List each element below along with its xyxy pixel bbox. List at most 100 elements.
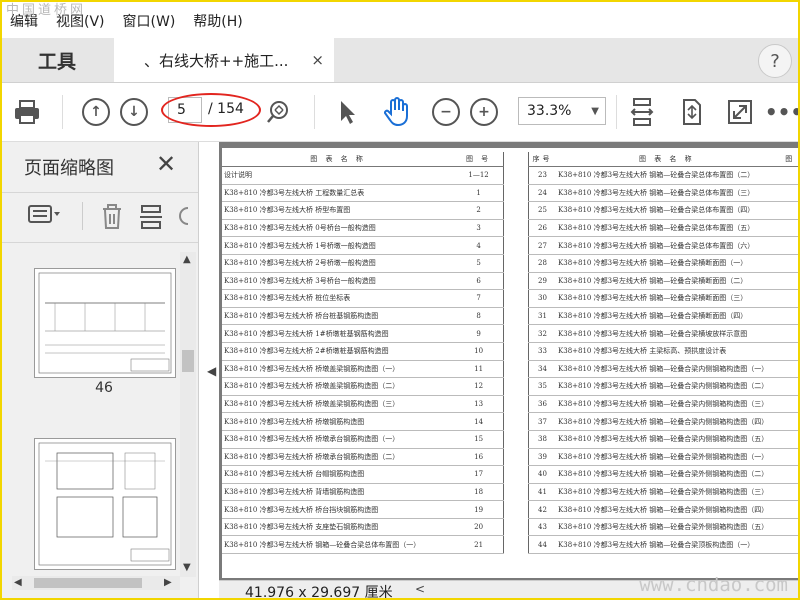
scrollbar-thumb[interactable] (182, 350, 194, 372)
scroll-left-icon[interactable]: ◀ (14, 577, 22, 588)
fit-width-icon[interactable] (628, 97, 656, 127)
thumbnail-scrollbar-vertical[interactable]: ▲ ▼ (180, 252, 196, 577)
drawing-number-cell: 21 (454, 535, 504, 555)
thumbnail-list: 46 (2, 248, 180, 573)
row-number-cell: 24 (528, 184, 557, 203)
red-highlight-ellipse (161, 93, 261, 127)
drawing-number-cell: 1—12 (454, 166, 504, 185)
table-row: K38+810 冷都3号左线大桥 桥台桩基钢筋构造图 8 (222, 307, 504, 326)
menu-help[interactable]: 帮助(H) (193, 11, 242, 31)
table-row: K38+810 冷都3号左线大桥 桥型布置图 2 (222, 201, 504, 220)
scroll-right-icon[interactable]: ▶ (164, 577, 172, 588)
table-row: K38+810 冷都3号左线大桥 桥墩盖梁钢筋构造图（一） 11 (222, 360, 504, 379)
table-row: 24 K38+810 冷都3号左线大桥 钢箱—砼叠合梁总体布置图（三） (528, 184, 798, 203)
table-row: K38+810 冷都3号左线大桥 背墙钢筋构造图 18 (222, 483, 504, 502)
drawing-number-cell: 20 (454, 518, 504, 537)
row-number-cell: 33 (528, 342, 557, 361)
tab-tools[interactable]: 工具 (2, 38, 112, 82)
drawing-title-cell: K38+810 冷都3号左线大桥 桥台挡块钢筋构造图 (222, 500, 455, 519)
table-row: 29 K38+810 冷都3号左线大桥 钢箱—砼叠合梁横断面图（二） (528, 272, 798, 291)
table-row: 23 K38+810 冷都3号左线大桥 钢箱—砼叠合梁总体布置图（二） (528, 166, 798, 185)
scroll-up-icon[interactable]: ▲ (183, 254, 191, 265)
table-row: 33 K38+810 冷都3号左线大桥 主梁标高、预拱度设计表 (528, 342, 798, 361)
rotate-page-icon[interactable] (176, 204, 190, 235)
drawing-number-cell (777, 448, 798, 467)
drawing-number-cell (777, 324, 798, 343)
scrollbar-thumb[interactable] (34, 578, 142, 588)
drawing-number-cell (777, 254, 798, 273)
drawing-title-cell: K38+810 冷都3号左线大桥 钢箱—砼叠合梁内侧钢箱构造图（三） (556, 395, 778, 414)
panel-divider (2, 192, 198, 193)
table-row: 28 K38+810 冷都3号左线大桥 钢箱—砼叠合梁横断面图（一） (528, 254, 798, 273)
drawing-number-cell (777, 342, 798, 361)
drawing-title-cell: K38+810 冷都3号左线大桥 支座垫石钢筋构造图 (222, 518, 455, 537)
column-header: 序号 (528, 152, 557, 167)
zoom-select[interactable]: 33.3% ▼ (518, 97, 606, 125)
insert-page-icon[interactable] (138, 204, 164, 235)
page-thumbnail[interactable] (34, 268, 176, 378)
menu-window[interactable]: 窗口(W) (123, 11, 176, 31)
fullscreen-icon[interactable] (726, 97, 754, 127)
watermark-bottom: www.cndao.com (639, 574, 788, 596)
rotate-icon[interactable] (678, 97, 706, 127)
drawing-index-table-left: 图 表 名 称 图 号 设计说明 1—12 K38+810 冷都3号左线大桥 工程数… (222, 152, 504, 555)
table-row: K38+810 冷都3号左线大桥 桥墩钢筋构造图 14 (222, 412, 504, 431)
document-view[interactable]: 图 表 名 称 图 号 设计说明 1—12 K38+810 冷都3号左线大桥 工程数… (219, 142, 798, 580)
thumbnail-scrollbar-horizontal[interactable]: ◀ ▶ (12, 576, 180, 590)
drawing-number-cell (777, 166, 798, 185)
panel-divider (2, 242, 198, 243)
drawing-title-cell: K38+810 冷都3号左线大桥 桥墩承台钢筋构造图（一） (222, 430, 455, 449)
table-row: 43 K38+810 冷都3号左线大桥 钢箱—砼叠合梁外侧钢箱构造图（五） (528, 518, 798, 537)
drawing-number-cell (777, 483, 798, 502)
drawing-number-cell (777, 289, 798, 308)
column-header: 图 号 (777, 152, 798, 167)
drawing-title-cell: K38+810 冷都3号左线大桥 钢箱—砼叠合梁外侧钢箱构造图（三） (556, 483, 778, 502)
select-arrow-icon[interactable] (336, 97, 360, 127)
drawing-number-cell (777, 535, 798, 555)
help-button[interactable]: ? (758, 44, 792, 78)
drawing-title-cell: K38+810 冷都3号左线大桥 桥墩盖梁钢筋构造图（一） (222, 360, 455, 379)
drawing-title-cell: K38+810 冷都3号左线大桥 钢箱—砼叠合梁外侧钢箱构造图（五） (556, 518, 778, 537)
drawing-title-cell: K38+810 冷都3号左线大桥 钢箱—砼叠合梁总体布置图（一） (222, 535, 455, 555)
collapse-panel-icon[interactable]: ◀ (207, 364, 216, 378)
page-thumbnail[interactable] (34, 438, 176, 570)
zoom-search-icon[interactable] (264, 97, 292, 127)
drawing-number-cell: 6 (454, 272, 504, 291)
trash-icon[interactable] (100, 204, 124, 235)
page-up-icon[interactable]: ↑ (82, 97, 110, 127)
row-number-cell: 27 (528, 236, 557, 255)
zoom-out-icon[interactable]: − (432, 97, 460, 127)
column-header: 图 表 名 称 (556, 152, 778, 167)
drawing-title-cell: K38+810 冷都3号左线大桥 钢箱—砼叠合梁内侧钢箱构造图（四） (556, 412, 778, 431)
toolbar-separator (616, 95, 617, 129)
row-number-cell: 26 (528, 219, 557, 238)
drawing-number-cell: 13 (454, 395, 504, 414)
drawing-title-cell: K38+810 冷都3号左线大桥 钢箱—砼叠合梁外侧钢箱构造图（二） (556, 465, 778, 484)
column-header: 图 表 名 称 (222, 152, 455, 167)
table-row: 25 K38+810 冷都3号左线大桥 钢箱—砼叠合梁总体布置图（四） (528, 201, 798, 220)
thumbnail-options-icon[interactable] (28, 204, 62, 229)
table-row: 41 K38+810 冷都3号左线大桥 钢箱—砼叠合梁外侧钢箱构造图（三） (528, 483, 798, 502)
drawing-number-cell: 16 (454, 448, 504, 467)
drawing-title-cell: K38+810 冷都3号左线大桥 钢箱—砼叠合梁横断面图（一） (556, 254, 778, 273)
table-row: K38+810 冷都3号左线大桥 工程数量汇总表 1 (222, 184, 504, 203)
zoom-in-icon[interactable]: + (470, 97, 498, 127)
drawing-title-cell: K38+810 冷都3号左线大桥 桥型布置图 (222, 201, 455, 220)
drawing-title-cell: K38+810 冷都3号左线大桥 钢箱—砼叠合梁总体布置图（四） (556, 201, 778, 220)
scroll-down-icon[interactable]: ▼ (183, 562, 191, 573)
row-number-cell: 42 (528, 500, 557, 519)
tab-document[interactable]: 、右线大桥++施工... × (114, 38, 334, 82)
close-tab-icon[interactable]: × (311, 51, 324, 69)
table-row: 37 K38+810 冷都3号左线大桥 钢箱—砼叠合梁内侧钢箱构造图（四） (528, 412, 798, 431)
drawing-title-cell: K38+810 冷都3号左线大桥 3号桥台一般构造图 (222, 272, 455, 291)
drawing-number-cell (777, 500, 798, 519)
print-icon[interactable] (12, 97, 42, 127)
close-panel-icon[interactable]: ✕ (156, 150, 176, 178)
page-down-icon[interactable]: ↓ (120, 97, 148, 127)
more-icon[interactable]: ••• (765, 97, 798, 127)
table-row: 32 K38+810 冷都3号左线大桥 钢箱—砼叠合梁横坡放样示意图 (528, 324, 798, 343)
tab-bar: 工具 、右线大桥++施工... × ? (2, 38, 798, 83)
drawing-title-cell: K38+810 冷都3号左线大桥 2号桥墩一般构造图 (222, 254, 455, 273)
scroll-left-icon[interactable]: < (415, 582, 425, 596)
hand-icon[interactable] (380, 97, 412, 127)
